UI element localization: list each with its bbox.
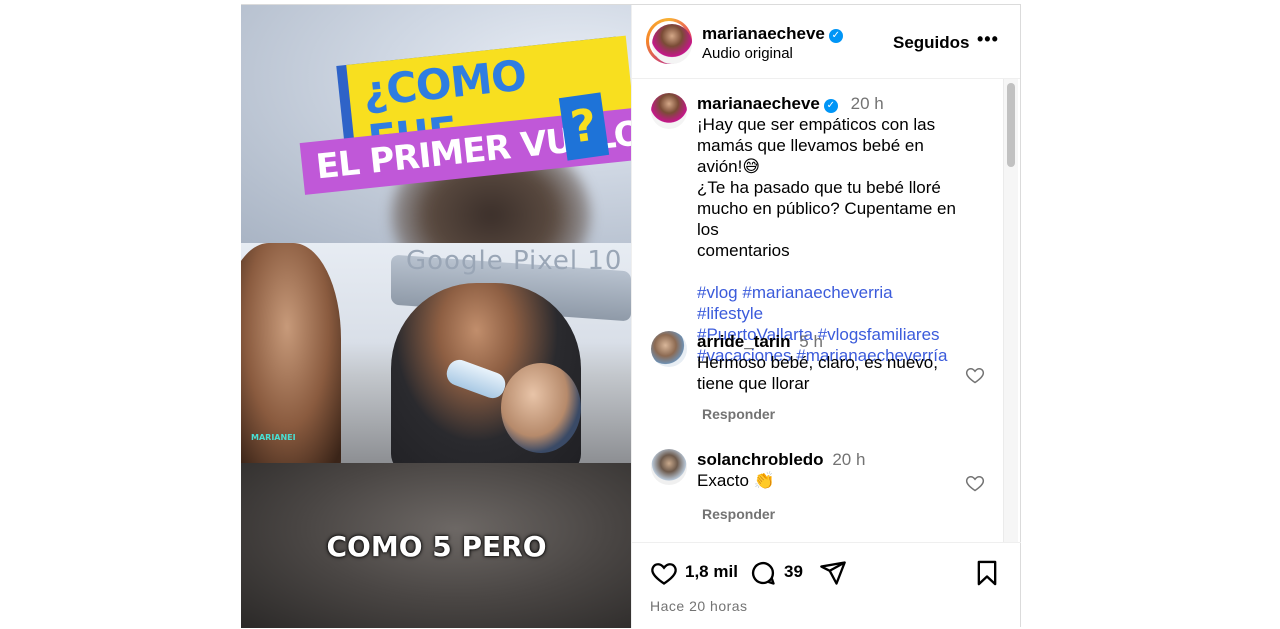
author-avatar[interactable] <box>646 18 692 64</box>
like-comment-heart-icon[interactable] <box>965 473 985 493</box>
post-header: marianaecheve ✓ Audio original Seguidos •… <box>632 5 1020 79</box>
caption-line: mucho en público? Cupentame en los <box>697 199 956 239</box>
following-button[interactable]: Seguidos <box>893 33 970 53</box>
store-sign: Google Pixel 10 <box>406 246 623 276</box>
caption-meta: marianaecheve ✓ 20 h <box>697 93 962 114</box>
caption-text: ¡Hay que ser empáticos con las mamás que… <box>697 114 962 261</box>
original-audio-link[interactable]: Audio original <box>702 45 793 62</box>
media-panel-top: ¿COMO FUE EL PRIMER VUELO DE LEO ? <box>241 5 631 243</box>
hashtag-link[interactable]: #lifestyle <box>697 304 763 323</box>
caption-line: comentarios <box>697 241 790 260</box>
hashtag-link[interactable]: #marianaecheverria <box>742 283 892 302</box>
comment-text-line: Hermoso bebé, claro, es nuevo, <box>697 353 938 372</box>
caption-avatar[interactable] <box>651 93 687 129</box>
avatar-image <box>652 24 692 64</box>
caption-username[interactable]: marianaecheve <box>697 94 820 113</box>
scrollbar-thumb[interactable] <box>1007 83 1015 167</box>
post-actions: 1,8 mil 39 Hace 20 horas <box>632 542 1021 629</box>
posted-time: Hace 20 horas <box>650 598 748 614</box>
caption-line: ¿Te ha pasado que tu bebé lloré <box>697 178 941 197</box>
likes-count[interactable]: 1,8 mil <box>685 562 738 582</box>
comment-bubble-icon[interactable] <box>749 559 777 587</box>
comment-time: 5 h <box>799 332 823 351</box>
baby <box>501 363 581 453</box>
video-watermark: MARIANEI <box>251 433 296 442</box>
comment-username[interactable]: solanchrobledo <box>697 450 824 469</box>
more-options-icon[interactable]: ••• <box>977 29 999 50</box>
post-media[interactable]: ¿COMO FUE EL PRIMER VUELO DE LEO ? Googl… <box>241 5 631 628</box>
comment-meta: solanchrobledo 20 h <box>697 449 962 470</box>
verified-badge-icon: ✓ <box>828 29 843 43</box>
caption-body: marianaecheve ✓ 20 h ¡Hay que ser empátic… <box>697 93 962 366</box>
avatar-ring-inner <box>649 21 692 64</box>
comment-meta: arride_tarin 5 h <box>697 331 962 352</box>
save-bookmark-icon[interactable] <box>973 559 1001 587</box>
caption-line: mamás que llevamos bebé en avión!😅 <box>697 136 924 176</box>
reply-button[interactable]: Responder <box>702 406 775 422</box>
comment-text-line: tiene que llorar <box>697 374 810 393</box>
comment-time: 20 h <box>832 450 866 469</box>
share-paper-plane-icon[interactable] <box>819 559 847 587</box>
caption-time: 20 h <box>850 94 884 113</box>
comment-item: solanchrobledo 20 h Exacto 👏 Responder <box>632 449 992 529</box>
hashtag-row: #vlog #marianaecheverria #lifestyle <box>697 282 962 324</box>
comment-username[interactable]: arride_tarin <box>697 332 791 351</box>
author-username[interactable]: marianaecheve ✓ <box>702 24 843 44</box>
comments-count[interactable]: 39 <box>784 562 803 582</box>
commenter-avatar[interactable] <box>651 449 687 485</box>
hashtag-link[interactable]: #vlog <box>697 283 738 302</box>
comment-body: arride_tarin 5 h Hermoso bebé, claro, es… <box>697 331 962 394</box>
media-panel-middle: Google Pixel 10 MARIANEI <box>241 243 631 463</box>
caption-line: ¡Hay que ser empáticos con las <box>697 115 936 134</box>
post-sidebar: marianaecheve ✓ Audio original Seguidos •… <box>631 5 1021 629</box>
like-heart-icon[interactable] <box>650 559 678 587</box>
verified-badge-icon: ✓ <box>823 99 838 113</box>
comment-item: arride_tarin 5 h Hermoso bebé, claro, es… <box>632 331 992 431</box>
post-container: ¿COMO FUE EL PRIMER VUELO DE LEO ? Googl… <box>241 4 1021 629</box>
reply-button[interactable]: Responder <box>702 506 775 522</box>
like-comment-heart-icon[interactable] <box>965 365 985 385</box>
media-title-question: ? <box>558 92 609 161</box>
comment-body: solanchrobledo 20 h Exacto 👏 <box>697 449 962 491</box>
woman-left <box>241 243 341 463</box>
commenter-avatar[interactable] <box>651 331 687 367</box>
post-caption: marianaecheve ✓ 20 h ¡Hay que ser empátic… <box>632 93 992 365</box>
author-username-text[interactable]: marianaecheve <box>702 24 825 43</box>
media-caption-overlay: COMO 5 PERO <box>326 530 547 563</box>
comments-scroll-area[interactable]: marianaecheve ✓ 20 h ¡Hay que ser empátic… <box>632 79 1021 542</box>
comment-text-line: Exacto 👏 <box>697 471 775 490</box>
